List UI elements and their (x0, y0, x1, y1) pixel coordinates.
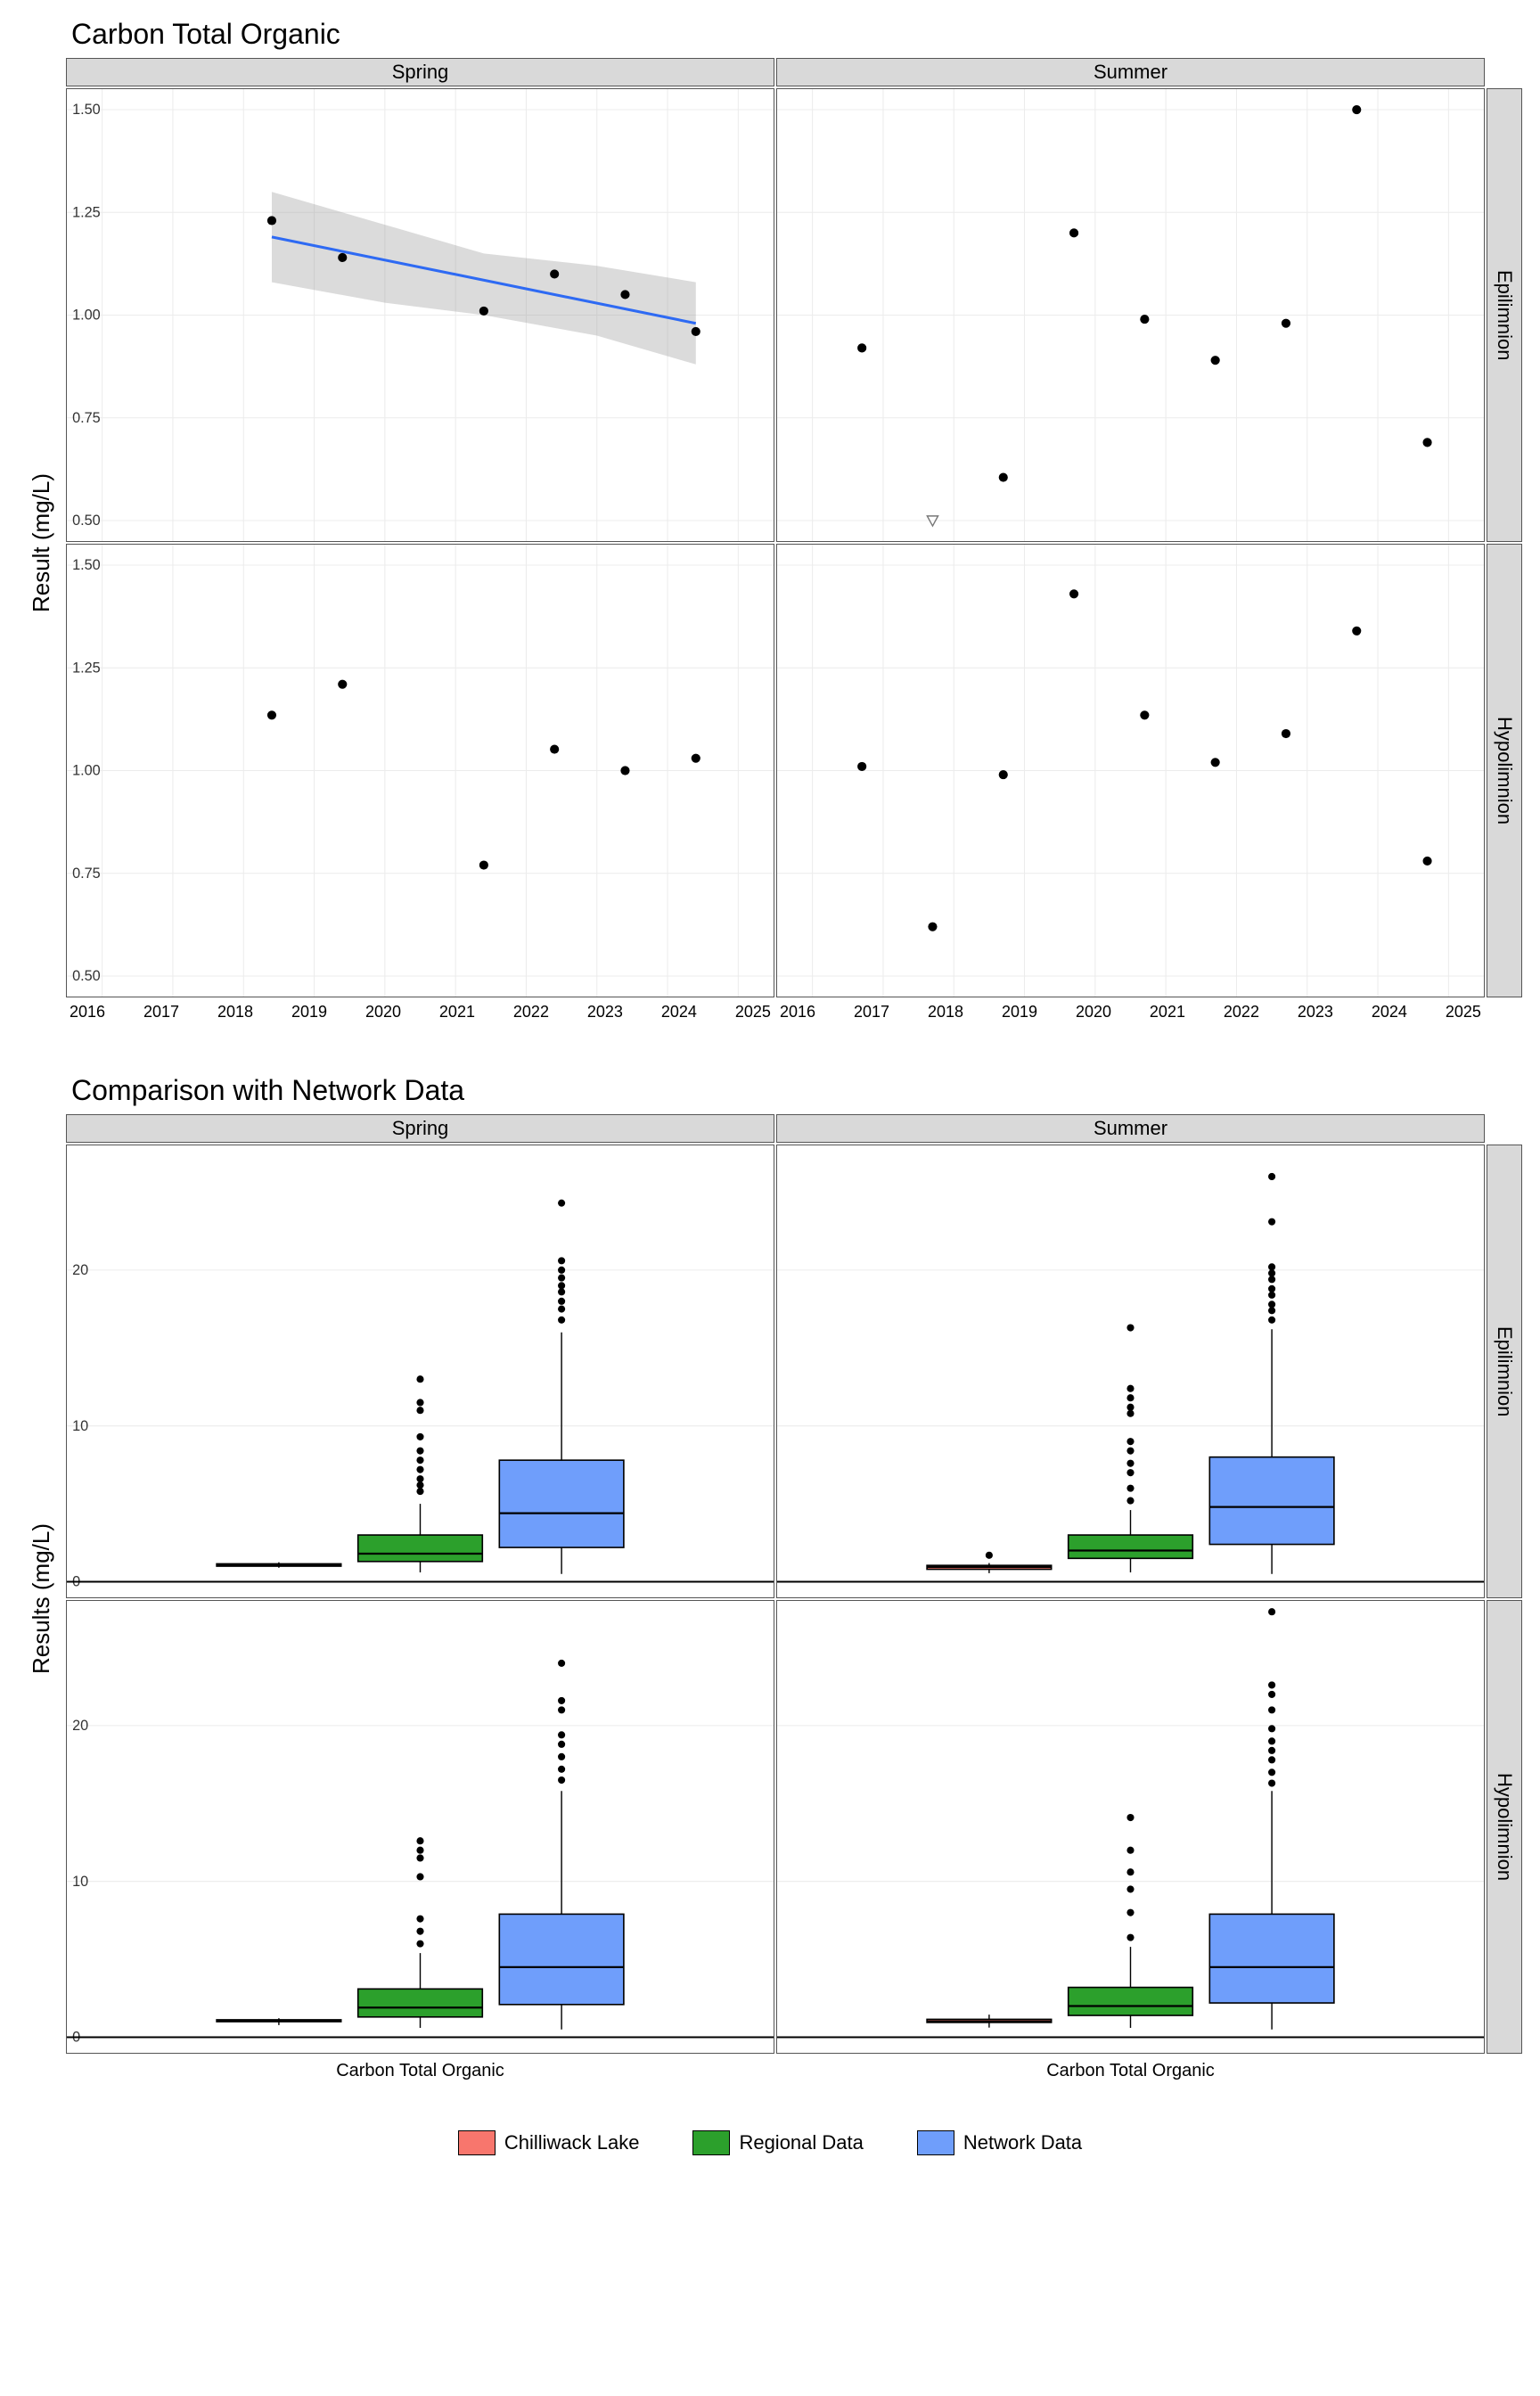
svg-text:0.75: 0.75 (72, 410, 101, 426)
xticks-spring: 2016201720182019202020212022202320242025 (66, 999, 774, 1038)
panel-summer-epi (776, 88, 1485, 542)
legend: Chilliwack Lake Regional Data Network Da… (18, 2130, 1522, 2155)
svg-text:0.50: 0.50 (72, 513, 101, 529)
legend-chilliwack: Chilliwack Lake (458, 2130, 640, 2155)
box-ylabel: Results (mg/L) (18, 1145, 64, 2054)
box-chart: Comparison with Network Data Results (mg… (18, 1074, 1522, 2095)
svg-text:10: 10 (72, 1874, 88, 1890)
legend-network: Network Data (917, 2130, 1082, 2155)
swatch-chilliwack (458, 2130, 496, 2155)
bpanel-spring-epi: 01020 (66, 1145, 774, 1598)
swatch-network (917, 2130, 954, 2155)
facet-row-hypo: Hypolimnion (1487, 544, 1522, 997)
svg-text:20: 20 (72, 1718, 88, 1734)
svg-text:20: 20 (72, 1262, 88, 1278)
scatter-ylabel: Result (mg/L) (18, 88, 64, 997)
bfacet-row-hypo: Hypolimnion (1487, 1600, 1522, 2054)
scatter-chart: Carbon Total Organic Result (mg/L) Sprin… (18, 18, 1522, 1038)
bfacet-col-spring: Spring (66, 1114, 774, 1143)
legend-regional: Regional Data (692, 2130, 863, 2155)
svg-text:1.50: 1.50 (72, 557, 101, 573)
svg-text:0.75: 0.75 (72, 866, 101, 882)
facet-col-summer: Summer (776, 58, 1485, 86)
bpanel-spring-hypo: 01020 (66, 1600, 774, 2054)
bfacet-col-summer: Summer (776, 1114, 1485, 1143)
svg-text:1.25: 1.25 (72, 204, 101, 220)
svg-text:1.00: 1.00 (72, 308, 101, 324)
svg-text:1.00: 1.00 (72, 763, 101, 779)
facet-col-spring: Spring (66, 58, 774, 86)
svg-text:1.25: 1.25 (72, 660, 101, 676)
svg-text:0.50: 0.50 (72, 968, 101, 984)
svg-text:1.50: 1.50 (72, 102, 101, 118)
scatter-title: Carbon Total Organic (71, 18, 1522, 51)
panel-summer-hypo (776, 544, 1485, 997)
panel-spring-hypo: 0.50 0.75 1.00 1.25 1.50 (66, 544, 774, 997)
bfacet-row-epi: Epilimnion (1487, 1145, 1522, 1598)
xticks-summer: 2016201720182019202020212022202320242025 (776, 999, 1485, 1038)
swatch-regional (692, 2130, 730, 2155)
bpanel-summer-epi (776, 1145, 1485, 1598)
panel-spring-epi: 0.50 0.75 1.00 1.25 1.50 (66, 88, 774, 542)
bxlabel2: Carbon Total Organic (776, 2055, 1485, 2095)
box-title: Comparison with Network Data (71, 1074, 1522, 1107)
svg-text:10: 10 (72, 1418, 88, 1434)
facet-row-epi: Epilimnion (1487, 88, 1522, 542)
bxlabel1: Carbon Total Organic (66, 2055, 774, 2095)
bpanel-summer-hypo (776, 1600, 1485, 2054)
